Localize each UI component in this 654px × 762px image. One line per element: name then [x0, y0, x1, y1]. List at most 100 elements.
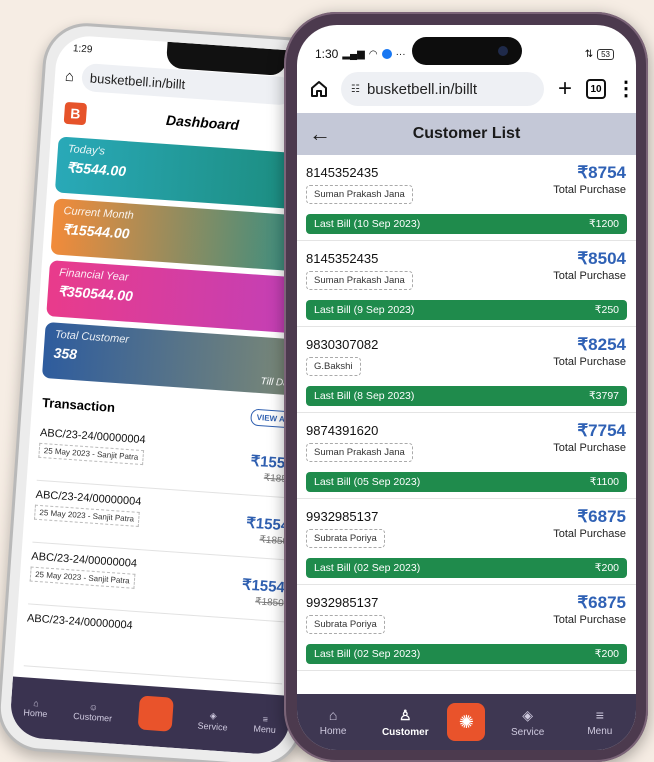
- nav-label: Service: [197, 720, 228, 733]
- customer-card[interactable]: 9932985137 Subrata Poriya ₹6875 Total Pu…: [297, 499, 636, 585]
- customer-card[interactable]: 8145352435 Suman Prakash Jana ₹8754 Tota…: [297, 155, 636, 241]
- page-title: Customer List: [412, 125, 521, 142]
- customer-name: Subrata Poriya: [306, 529, 385, 548]
- back-url-text: busketbell.in/billt: [89, 69, 186, 92]
- last-bill-label: Last Bill (02 Sep 2023): [314, 648, 421, 660]
- url-field[interactable]: ☷ busketbell.in/billt: [341, 72, 544, 106]
- customer-name: Suman Prakash Jana: [306, 185, 413, 204]
- total-purchase-amount: ₹6875: [577, 507, 626, 526]
- browser-toolbar: ☷ busketbell.in/billt + 10 ⋮: [297, 65, 636, 113]
- total-purchase-label: Total Purchase: [553, 270, 626, 282]
- nav-home[interactable]: ⌂ Home: [303, 707, 363, 737]
- status-time: 1:30: [315, 47, 339, 61]
- network-icon: ⇅: [584, 48, 594, 60]
- back-nav-home[interactable]: ⌂ Home: [23, 697, 48, 719]
- last-bill-bar[interactable]: Last Bill (02 Sep 2023) ₹200: [306, 558, 627, 578]
- app-logo: B: [63, 101, 88, 126]
- transaction-date: 25 May 2023 - Sanjit Patra: [38, 442, 144, 466]
- tab-switcher-icon[interactable]: 10: [586, 79, 606, 99]
- back-nav-service[interactable]: ◈ Service: [197, 709, 228, 732]
- last-bill-amount: ₹200: [594, 648, 619, 660]
- transaction-date: 25 May 2023 - Sanjit Patra: [33, 504, 140, 527]
- nav-customer-label: Customer: [381, 726, 429, 738]
- total-purchase-label: Total Purchase: [553, 614, 626, 626]
- transaction-title: Transaction: [41, 394, 116, 415]
- card-today[interactable]: Today's ₹5544.00: [54, 136, 322, 211]
- new-tab-icon[interactable]: +: [554, 77, 576, 101]
- customer-name: Subrata Poriya: [306, 615, 385, 634]
- nav-customer[interactable]: ♙ Customer: [375, 707, 435, 738]
- front-phone: 1:30 ▂▄▆ ◠ ··· ⇅ 53 ☷ busketbell.in/bill…: [284, 12, 648, 762]
- home-icon[interactable]: ⌂: [64, 67, 74, 85]
- last-bill-bar[interactable]: Last Bill (02 Sep 2023) ₹200: [306, 644, 627, 664]
- last-bill-bar[interactable]: Last Bill (8 Sep 2023) ₹3797: [306, 386, 627, 406]
- layers-icon: ◈: [522, 706, 534, 723]
- back-nav-center-button[interactable]: [137, 695, 174, 732]
- facebook-icon: [381, 49, 392, 59]
- last-bill-bar[interactable]: Last Bill (10 Sep 2023) ₹1200: [306, 214, 627, 234]
- last-bill-label: Last Bill (9 Sep 2023): [314, 304, 415, 316]
- card-current-month[interactable]: Current Month ₹15544.00: [50, 198, 317, 273]
- customer-card[interactable]: 8145352435 Suman Prakash Jana ₹8504 Tota…: [297, 241, 636, 327]
- customer-card[interactable]: 9932985137 Subrata Poriya ₹6875 Total Pu…: [297, 585, 636, 671]
- signal-icon: ▂▄▆: [342, 48, 365, 60]
- nav-home-label: Home: [319, 726, 347, 737]
- transaction-amount: ₹1554: [241, 576, 286, 597]
- front-phone-screen: 1:30 ▂▄▆ ◠ ··· ⇅ 53 ☷ busketbell.in/bill…: [297, 25, 636, 750]
- camera-icon: [497, 46, 508, 56]
- transaction-date: 25 May 2023 - Sanjit Patra: [29, 566, 136, 589]
- total-purchase-amount: ₹8254: [577, 335, 626, 354]
- customer-card[interactable]: 9830307082 G.Bakshi ₹8254 Total Purchase…: [297, 327, 636, 413]
- home-icon[interactable]: [307, 77, 331, 101]
- nav-label: Menu: [253, 723, 277, 736]
- last-bill-label: Last Bill (05 Sep 2023): [314, 476, 421, 488]
- card-total-customer[interactable]: Total Customer 358 Till Date: [41, 321, 309, 397]
- card-financial-year[interactable]: Financial Year ₹350544.00: [46, 260, 313, 335]
- aperture-icon: ✺: [458, 711, 475, 732]
- back-nav-menu[interactable]: ≡ Menu: [253, 713, 277, 735]
- total-purchase-label: Total Purchase: [553, 184, 626, 196]
- nav-menu[interactable]: ≡ Menu: [570, 707, 630, 737]
- last-bill-amount: ₹3797: [588, 390, 619, 402]
- customer-name: Suman Prakash Jana: [306, 443, 413, 462]
- customer-name: G.Bakshi: [306, 357, 361, 376]
- customer-name: Suman Prakash Jana: [306, 271, 413, 290]
- total-purchase-label: Total Purchase: [553, 442, 626, 454]
- battery-icon: 53: [597, 48, 614, 60]
- last-bill-label: Last Bill (8 Sep 2023): [314, 390, 415, 402]
- total-purchase-amount: ₹8504: [577, 249, 626, 268]
- more-status-icon: ···: [395, 48, 406, 60]
- back-bottom-nav: ⌂ Home ☺ Customer ◈ Service ≡ Menu: [8, 676, 292, 756]
- site-settings-icon[interactable]: ☷: [351, 84, 360, 95]
- total-purchase-amount: ₹8754: [577, 163, 626, 182]
- total-purchase-label: Total Purchase: [553, 356, 626, 368]
- bottom-nav: ⌂ Home ♙ Customer ✺ ◈ Service ≡ Menu: [297, 694, 636, 750]
- more-menu-icon[interactable]: ⋮: [616, 79, 636, 99]
- last-bill-amount: ₹1200: [588, 218, 619, 230]
- last-bill-label: Last Bill (10 Sep 2023): [314, 218, 421, 230]
- menu-icon: ≡: [595, 707, 604, 723]
- page-header: ← Customer List: [297, 113, 636, 155]
- home-icon: ⌂: [328, 707, 338, 723]
- last-bill-amount: ₹250: [594, 304, 619, 316]
- url-text: busketbell.in/billt: [366, 80, 478, 98]
- nav-label: Home: [23, 707, 48, 720]
- nav-center-button[interactable]: ✺: [447, 703, 486, 741]
- customer-card[interactable]: 9874391620 Suman Prakash Jana ₹7754 Tota…: [297, 413, 636, 499]
- total-purchase-amount: ₹7754: [577, 421, 626, 440]
- dynamic-island: [411, 37, 522, 65]
- total-purchase-amount: ₹6875: [577, 593, 626, 612]
- last-bill-bar[interactable]: Last Bill (05 Sep 2023) ₹1100: [306, 472, 627, 492]
- nav-service[interactable]: ◈ Service: [498, 707, 558, 738]
- transaction-section: Transaction VIEW ALL ABC/23-24/00000004 …: [14, 383, 312, 685]
- back-nav-customer[interactable]: ☺ Customer: [73, 701, 113, 724]
- last-bill-amount: ₹1100: [589, 476, 619, 488]
- nav-menu-label: Menu: [587, 726, 613, 737]
- user-icon: ♙: [399, 706, 412, 723]
- last-bill-bar[interactable]: Last Bill (9 Sep 2023) ₹250: [306, 300, 627, 320]
- nav-label: Customer: [72, 710, 113, 724]
- back-status-time: 1:29: [72, 43, 93, 56]
- last-bill-amount: ₹200: [594, 562, 619, 574]
- back-arrow-icon[interactable]: ←: [309, 121, 335, 147]
- total-purchase-label: Total Purchase: [553, 528, 626, 540]
